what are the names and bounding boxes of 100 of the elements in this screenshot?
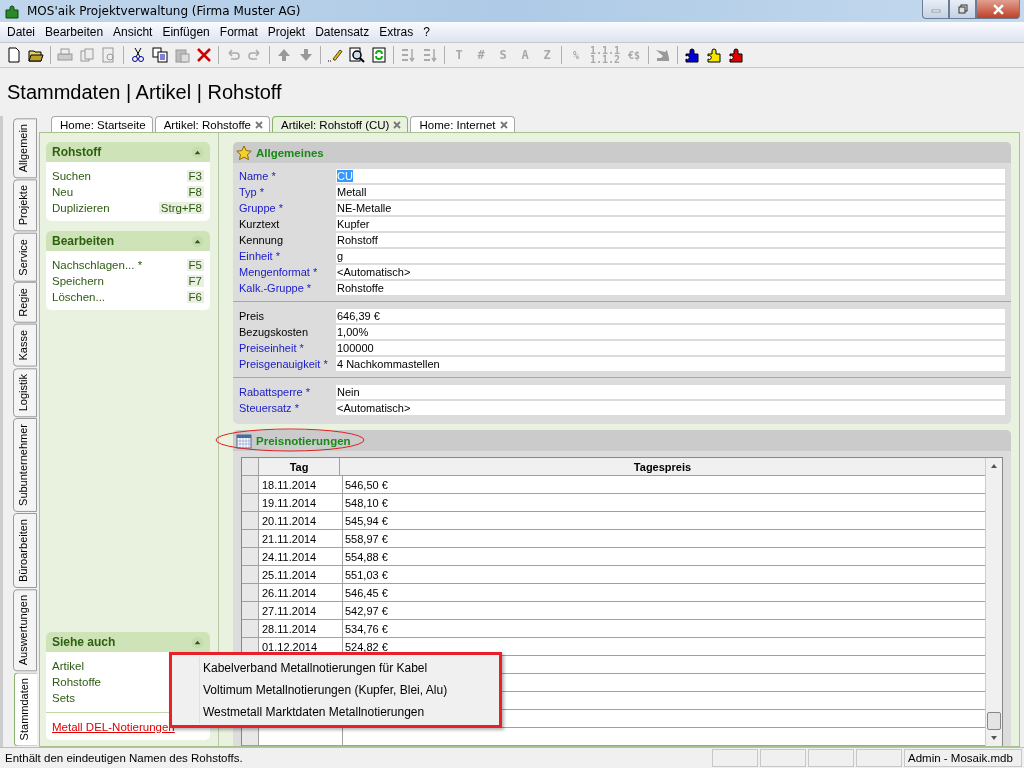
restore-icon [957,4,968,14]
input-field[interactable]: 100000 [336,341,1005,355]
menu-item[interactable]: Projekt [262,25,311,39]
star-icon [236,144,252,161]
section-title: Allgemeines [256,146,324,159]
table-cell-text: 545,94 € [344,513,389,529]
table-cell-text: 542,97 € [344,603,389,619]
table-cell: 28.11.2014 [259,620,343,637]
shortcut-key: F8 [186,186,204,198]
row-header[interactable] [242,548,259,565]
task-link[interactable]: Artikel [52,660,84,672]
collapse-icon[interactable] [191,234,204,248]
side-tab[interactable]: Auswertungen [13,588,37,672]
document-tab[interactable]: Artikel: Rohstoff (CU) [272,116,409,132]
task-link[interactable]: Neu [52,186,74,198]
document-tab[interactable]: Home: Internet [410,116,515,132]
scroll-down-icon[interactable] [990,734,998,742]
field-label: Steuersatz * [239,402,300,414]
status-pane [856,749,902,767]
scroll-thumb[interactable] [987,712,1001,730]
copy-icon[interactable] [149,44,171,66]
table-cell-text: 546,45 € [344,585,389,601]
input-field[interactable]: Metall [336,185,1005,199]
menu-item[interactable]: Format [214,25,263,39]
column-header[interactable]: Tag [259,458,340,475]
table-cell: 18.11.2014 [259,476,343,493]
side-tab[interactable]: Subunternehmer [13,418,37,512]
window-title: MOS'aik Projektverwaltung (Firma Muster AG) [27,4,301,18]
menu-item[interactable]: Extras [374,25,419,39]
input-field[interactable]: 646,39 € [336,309,1005,323]
collapse-icon[interactable] [191,635,204,649]
panel-title: Bearbeiten [52,234,115,248]
menu-item[interactable]: Einfügen [157,25,215,39]
side-tab[interactable]: Projekte [13,179,37,232]
menu-item[interactable]: Ansicht [108,25,158,39]
side-tab[interactable]: Logistik [13,367,37,417]
row-header[interactable] [242,584,259,601]
status-pane [808,749,854,767]
input-field[interactable]: 1,00% [336,325,1005,339]
table-cell-text: 548,10 € [344,495,389,511]
menu-item[interactable]: Voltimum Metallnotierungen (Kupfer, Blei, Alu) [172,679,499,701]
minimize-button[interactable] [922,0,949,19]
table-cell-text: 546,50 € [344,477,389,493]
input-field[interactable]: 4 Nachkommastellen [336,357,1005,371]
document-tab[interactable]: Artikel: Rohstoffe [154,116,270,132]
row-header[interactable] [242,494,259,511]
task-link[interactable]: Suchen [52,170,91,182]
field-label: Bezugskosten [239,326,310,338]
row-header[interactable] [242,476,259,493]
side-tab[interactable]: Service [13,232,37,282]
page-heading: Stammdaten | Artikel | Rohstoff [6,79,283,105]
document-tab[interactable]: Home: Startseite [51,116,153,132]
input-field[interactable]: NE-Metalle [336,201,1005,215]
scroll-up-icon[interactable] [990,462,998,470]
input-field[interactable]: g [336,249,1005,263]
field-label: Preisgenauigkeit * [239,358,329,370]
restore-button[interactable] [949,0,976,19]
row-header[interactable] [242,566,259,583]
menu-item[interactable]: ? [418,25,435,39]
shortcut-key: Strg+F8 [158,202,204,214]
field-label: Rabattsperre * [239,386,311,398]
side-tab[interactable]: Büroarbeiten [13,512,37,588]
input-field[interactable]: <Automatisch> [336,401,1005,415]
table-cell-text: 524,82 € [344,639,389,655]
input-field[interactable]: <Automatisch> [336,265,1005,279]
task-link[interactable]: Löschen... [52,291,106,303]
menu-item[interactable]: Datensatz [310,25,375,39]
field-label: Kalk.-Gruppe * [239,282,313,294]
menu-item[interactable]: Bearbeiten [40,25,109,39]
field-label: Preis [239,310,266,322]
row-header[interactable] [242,512,259,529]
input-field[interactable]: Rohstoffe [336,281,1005,295]
input-field[interactable]: Nein [336,385,1005,399]
close-button[interactable] [976,0,1020,19]
input-field[interactable]: Kupfer [336,217,1005,231]
column-header[interactable]: Tagespreis [340,458,985,475]
field-label: Kennung [239,234,285,246]
shortcut-key: F5 [186,259,204,271]
row-header[interactable] [242,530,259,547]
row-header[interactable] [242,620,259,637]
side-tab[interactable]: Regie [13,282,37,324]
task-link[interactable]: Nachschlagen... * [52,259,143,271]
task-link[interactable]: Sets [52,692,75,704]
close-icon[interactable] [255,120,263,129]
side-tab[interactable]: Kasse [13,324,37,367]
input-field[interactable]: Rohstoff [336,233,1005,247]
row-header[interactable] [242,602,259,619]
collapse-icon[interactable] [191,145,204,159]
table-cell: 25.11.2014 [259,566,343,583]
scrollbar[interactable] [985,458,1002,746]
task-link[interactable]: Duplizieren [52,202,110,214]
close-icon[interactable] [393,120,402,129]
task-link[interactable]: Speichern [52,275,104,287]
menu-item[interactable]: Westmetall Marktdaten Metallnotierungen [172,701,499,723]
task-link[interactable]: Rohstoffe [52,676,101,688]
close-icon[interactable] [499,120,508,129]
side-tab[interactable]: Allgemein [13,118,37,179]
side-tab[interactable]: Stammdaten [14,672,37,747]
menu-item[interactable]: Datei [2,25,40,39]
menu-item[interactable]: Kabelverband Metallnotierungen für Kabel [172,657,499,679]
